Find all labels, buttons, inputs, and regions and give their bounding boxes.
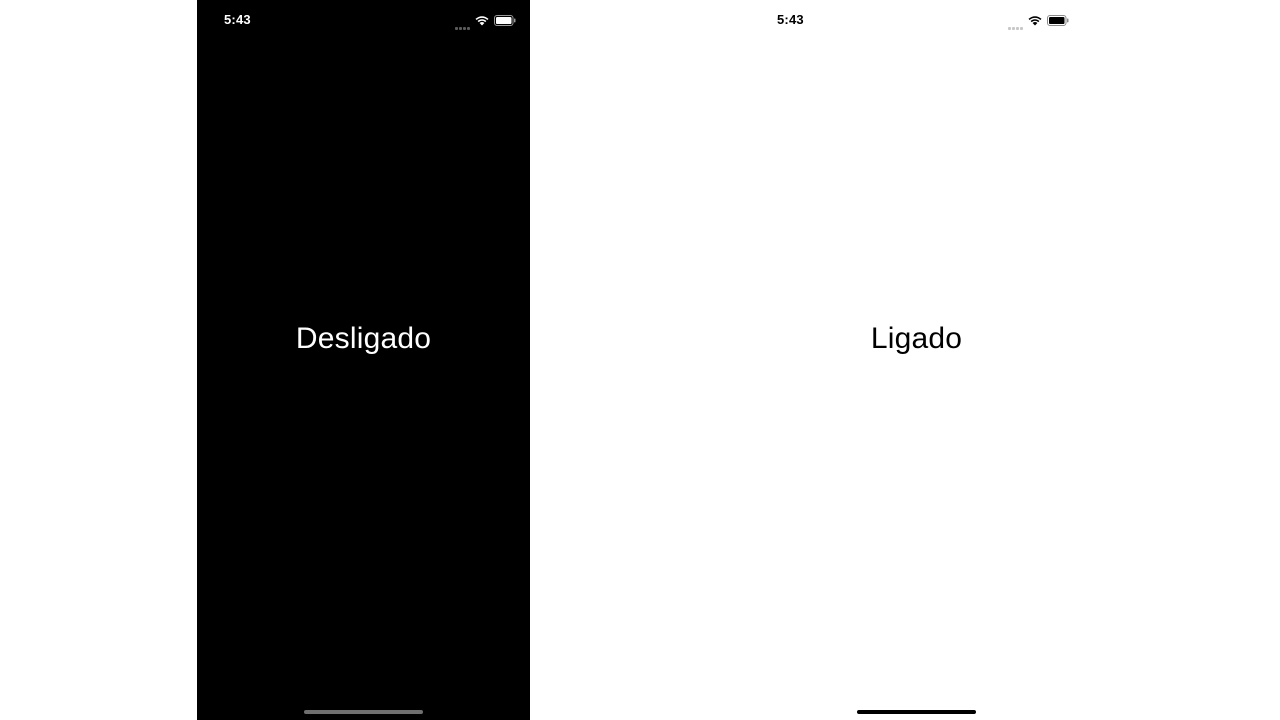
home-indicator[interactable] <box>856 710 976 714</box>
status-bar: 5:43 <box>197 0 530 40</box>
wifi-icon <box>1028 13 1042 31</box>
stage: 5:43 Desligado 5:43 Ligado <box>0 0 1280 720</box>
cellular-signal-icon <box>1008 14 1023 30</box>
status-time: 5:43 <box>224 12 251 27</box>
status-label: Ligado <box>870 322 963 355</box>
status-bar: 5:43 <box>750 0 1083 40</box>
status-icons <box>455 13 516 31</box>
phone-screen-dark: 5:43 Desligado <box>197 0 530 720</box>
status-icons <box>1008 13 1069 31</box>
phone-screen-light: 5:43 Ligado <box>750 0 1083 720</box>
battery-icon <box>494 13 516 31</box>
wifi-icon <box>475 13 489 31</box>
status-time: 5:43 <box>777 12 804 27</box>
status-label: Desligado <box>295 322 432 355</box>
home-indicator[interactable] <box>303 710 423 714</box>
battery-icon <box>1047 13 1069 31</box>
cellular-signal-icon <box>455 14 470 30</box>
